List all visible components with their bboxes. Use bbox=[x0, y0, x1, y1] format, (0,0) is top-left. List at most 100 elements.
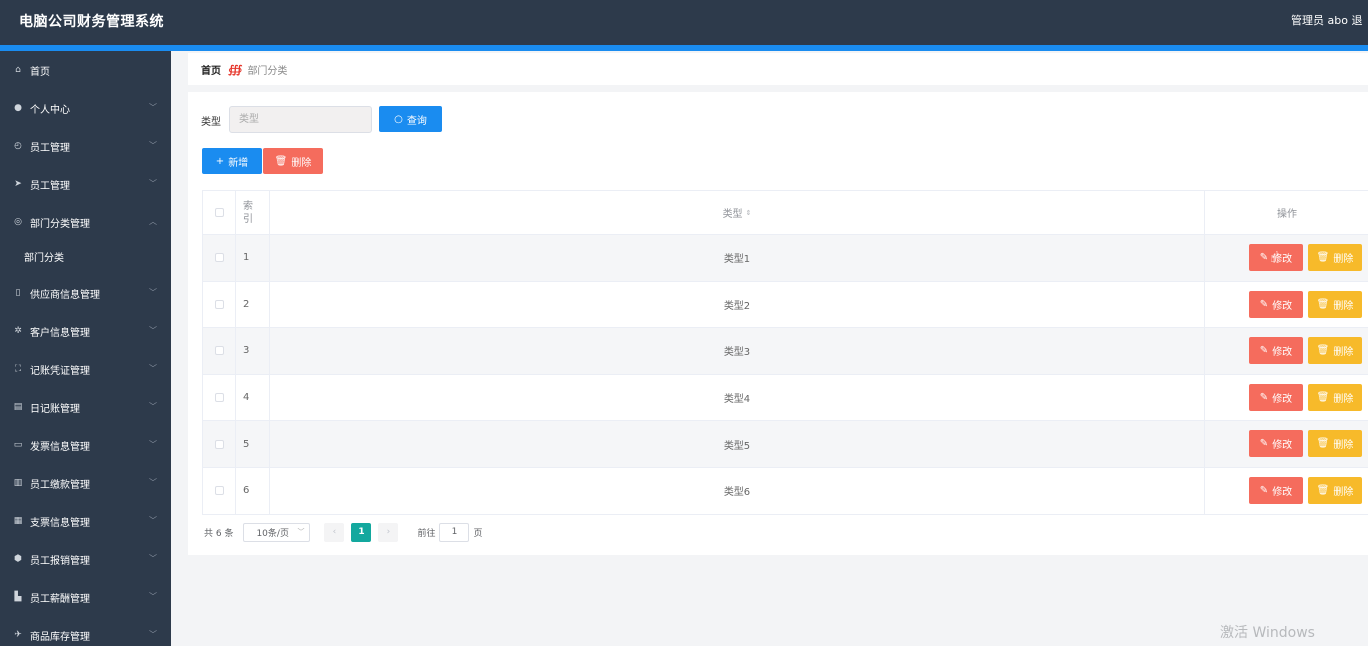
customer-icon: ✲ bbox=[14, 326, 22, 336]
page-size-select[interactable]: 10条/页 ﹀ bbox=[243, 522, 311, 542]
accent-bar bbox=[0, 45, 1368, 51]
row-index: 6 bbox=[243, 485, 250, 497]
user-info[interactable]: 管理员 abo 退 bbox=[1291, 12, 1362, 28]
next-page-button[interactable]: › bbox=[378, 522, 399, 542]
row-ops-cell: ✎ 修改 🗑 删除 bbox=[1205, 375, 1368, 421]
table-row: 5 类型5 ✎ 修改 🗑 删除 bbox=[202, 421, 1368, 468]
delete-button[interactable]: 🗑 删除 bbox=[1308, 476, 1362, 504]
sidebar-item[interactable]: ▙ 员工薪酬管理 ﹀ bbox=[0, 578, 171, 616]
page-number-current[interactable]: 1 bbox=[351, 522, 372, 542]
clock-icon: ◴ bbox=[14, 141, 22, 151]
breadcrumb: 首页 ∰ 部门分类 bbox=[188, 53, 1368, 85]
delete-label: 删除 bbox=[1333, 393, 1354, 405]
trash-icon: 🗑 bbox=[1316, 345, 1330, 357]
sidebar-item[interactable]: ⛶ 记账凭证管理 ﹀ bbox=[0, 350, 171, 388]
row-ops-cell: ✎ 修改 🗑 删除 bbox=[1205, 468, 1368, 514]
sidebar-subitem-dept-category[interactable]: 部门分类 bbox=[0, 241, 171, 271]
delete-button[interactable]: 🗑 删除 bbox=[1308, 383, 1362, 411]
row-checkbox[interactable] bbox=[214, 253, 224, 263]
breadcrumb-current: 部门分类 bbox=[247, 65, 288, 77]
trash-icon: 🗑 bbox=[1316, 391, 1330, 403]
delete-label: 删除 bbox=[1333, 440, 1354, 452]
chevron-down-icon: ﹀ bbox=[149, 364, 157, 373]
sidebar-item-label: 个人中心 bbox=[30, 104, 70, 116]
goto-label: 前往 bbox=[417, 528, 436, 539]
sidebar-item-label: 员工管理 bbox=[30, 142, 70, 154]
goto-page-input[interactable]: 1 bbox=[439, 522, 470, 542]
row-index: 2 bbox=[243, 298, 250, 310]
row-index-cell: 6 bbox=[236, 467, 270, 514]
row-checkbox[interactable] bbox=[214, 346, 224, 356]
sidebar-item[interactable]: ⌂ 首页 bbox=[0, 51, 171, 89]
row-type-cell: 类型2 bbox=[270, 281, 1205, 328]
type-search-input[interactable]: 类型 bbox=[229, 106, 372, 133]
sort-icon[interactable]: ⇕ bbox=[746, 209, 752, 217]
edit-button[interactable]: ✎ 修改 bbox=[1249, 337, 1303, 365]
delete-button[interactable]: 🗑 删除 bbox=[1308, 244, 1362, 271]
sidebar-item[interactable]: ⬢ 员工报销管理 ﹀ bbox=[0, 540, 171, 578]
select-all-checkbox[interactable] bbox=[214, 208, 224, 217]
delete-button[interactable]: 🗑 删除 bbox=[1308, 430, 1362, 458]
sidebar-item[interactable]: ▤ 日记账管理 ﹀ bbox=[0, 388, 171, 426]
sidebar-item[interactable]: ◴ 员工管理 ﹀ bbox=[0, 127, 171, 165]
chevron-up-icon: ︿ bbox=[149, 217, 157, 226]
edit-icon: ✎ bbox=[1259, 484, 1269, 496]
sidebar-item[interactable]: ▯ 供应商信息管理 ﹀ bbox=[0, 274, 171, 312]
delete-button[interactable]: 🗑 删除 bbox=[1308, 337, 1362, 365]
sidebar-item[interactable]: ➤ 员工管理 ﹀ bbox=[0, 165, 171, 203]
windows-activation-watermark: 激活 Windows bbox=[1220, 625, 1315, 641]
chevron-down-icon: ﹀ bbox=[149, 288, 157, 297]
sidebar-item[interactable]: ● 个人中心 ﹀ bbox=[0, 89, 171, 127]
prev-page-button[interactable]: ‹ bbox=[324, 522, 345, 542]
header-checkbox-cell bbox=[203, 191, 236, 234]
sidebar: ⌂ 首页 ● 个人中心 ﹀ ◴ 员工管理 ﹀ ➤ 员工管理 ﹀ ◎ 部门分类管理 ︿ 部门分类 ▯ 供应商信息管… bbox=[0, 51, 171, 646]
edit-button[interactable]: ✎ 修改 bbox=[1249, 476, 1303, 504]
edit-button[interactable]: ✎ 修改 bbox=[1249, 290, 1303, 318]
breadcrumb-home[interactable]: 首页 bbox=[201, 62, 221, 77]
home-icon: ⌂ bbox=[15, 65, 21, 75]
query-button[interactable]: ○ 查询 bbox=[379, 106, 442, 132]
row-checkbox[interactable] bbox=[214, 439, 224, 449]
edit-button[interactable]: ✎ 修改 bbox=[1249, 430, 1303, 458]
add-button[interactable]: + 新增 bbox=[202, 148, 262, 174]
row-checkbox-cell bbox=[203, 328, 236, 374]
chevron-down-icon: ﹀ bbox=[149, 478, 157, 487]
batch-delete-button[interactable]: 🗑 删除 bbox=[263, 148, 323, 174]
sidebar-item[interactable]: ▭ 发票信息管理 ﹀ bbox=[0, 426, 171, 464]
edit-label: 修改 bbox=[1272, 300, 1293, 312]
edit-icon: ✎ bbox=[1259, 391, 1269, 403]
sidebar-item[interactable]: ✲ 客户信息管理 ﹀ bbox=[0, 312, 171, 350]
row-index-cell: 3 bbox=[236, 328, 270, 374]
sidebar-item-label: 支票信息管理 bbox=[30, 517, 90, 529]
sidebar-item-label: 日记账管理 bbox=[30, 403, 80, 415]
sidebar-item[interactable]: ▥ 员工缴款管理 ﹀ bbox=[0, 464, 171, 502]
send-icon: ➤ bbox=[14, 179, 22, 189]
chevron-down-icon: ﹀ bbox=[149, 103, 157, 112]
sidebar-item-label: 记账凭证管理 bbox=[30, 365, 90, 377]
row-checkbox-cell bbox=[203, 235, 236, 281]
row-checkbox[interactable] bbox=[214, 486, 224, 496]
top-header: 电脑公司财务管理系统 管理员 abo 退 bbox=[0, 0, 1368, 45]
sidebar-item[interactable]: ▦ 支票信息管理 ﹀ bbox=[0, 502, 171, 540]
edit-button[interactable]: ✎ 修改 bbox=[1249, 383, 1303, 411]
row-index: 1 bbox=[243, 252, 250, 264]
sidebar-item[interactable]: ✈ 商品库存管理 ﹀ bbox=[0, 616, 171, 646]
search-icon: ○ bbox=[394, 113, 403, 125]
sidebar-item-label: 供应商信息管理 bbox=[30, 289, 100, 301]
grid-icon: ▦ bbox=[13, 516, 23, 526]
row-checkbox[interactable] bbox=[214, 393, 224, 403]
edit-label: 修改 bbox=[1272, 440, 1293, 452]
table-row: 6 类型6 ✎ 修改 🗑 删除 bbox=[202, 467, 1368, 515]
row-index: 4 bbox=[243, 392, 250, 404]
header-type-cell[interactable]: 类型 ⇕ bbox=[270, 191, 1205, 234]
sidebar-item[interactable]: ◎ 部门分类管理 ︿ bbox=[0, 203, 171, 241]
delete-button[interactable]: 🗑 删除 bbox=[1308, 290, 1362, 318]
row-type-cell: 类型1 bbox=[270, 235, 1205, 281]
row-checkbox[interactable] bbox=[214, 299, 224, 309]
pagination-total: 共 6 条 bbox=[204, 528, 234, 539]
table-row: 4 类型4 ✎ 修改 🗑 删除 bbox=[202, 374, 1368, 422]
row-type-cell: 类型4 bbox=[270, 374, 1205, 421]
header-index: 索引 bbox=[243, 200, 253, 225]
badge-icon: ⬢ bbox=[14, 554, 22, 564]
table-row: 1 类型1 ✎ 修改 🗑 删除 bbox=[202, 235, 1368, 282]
